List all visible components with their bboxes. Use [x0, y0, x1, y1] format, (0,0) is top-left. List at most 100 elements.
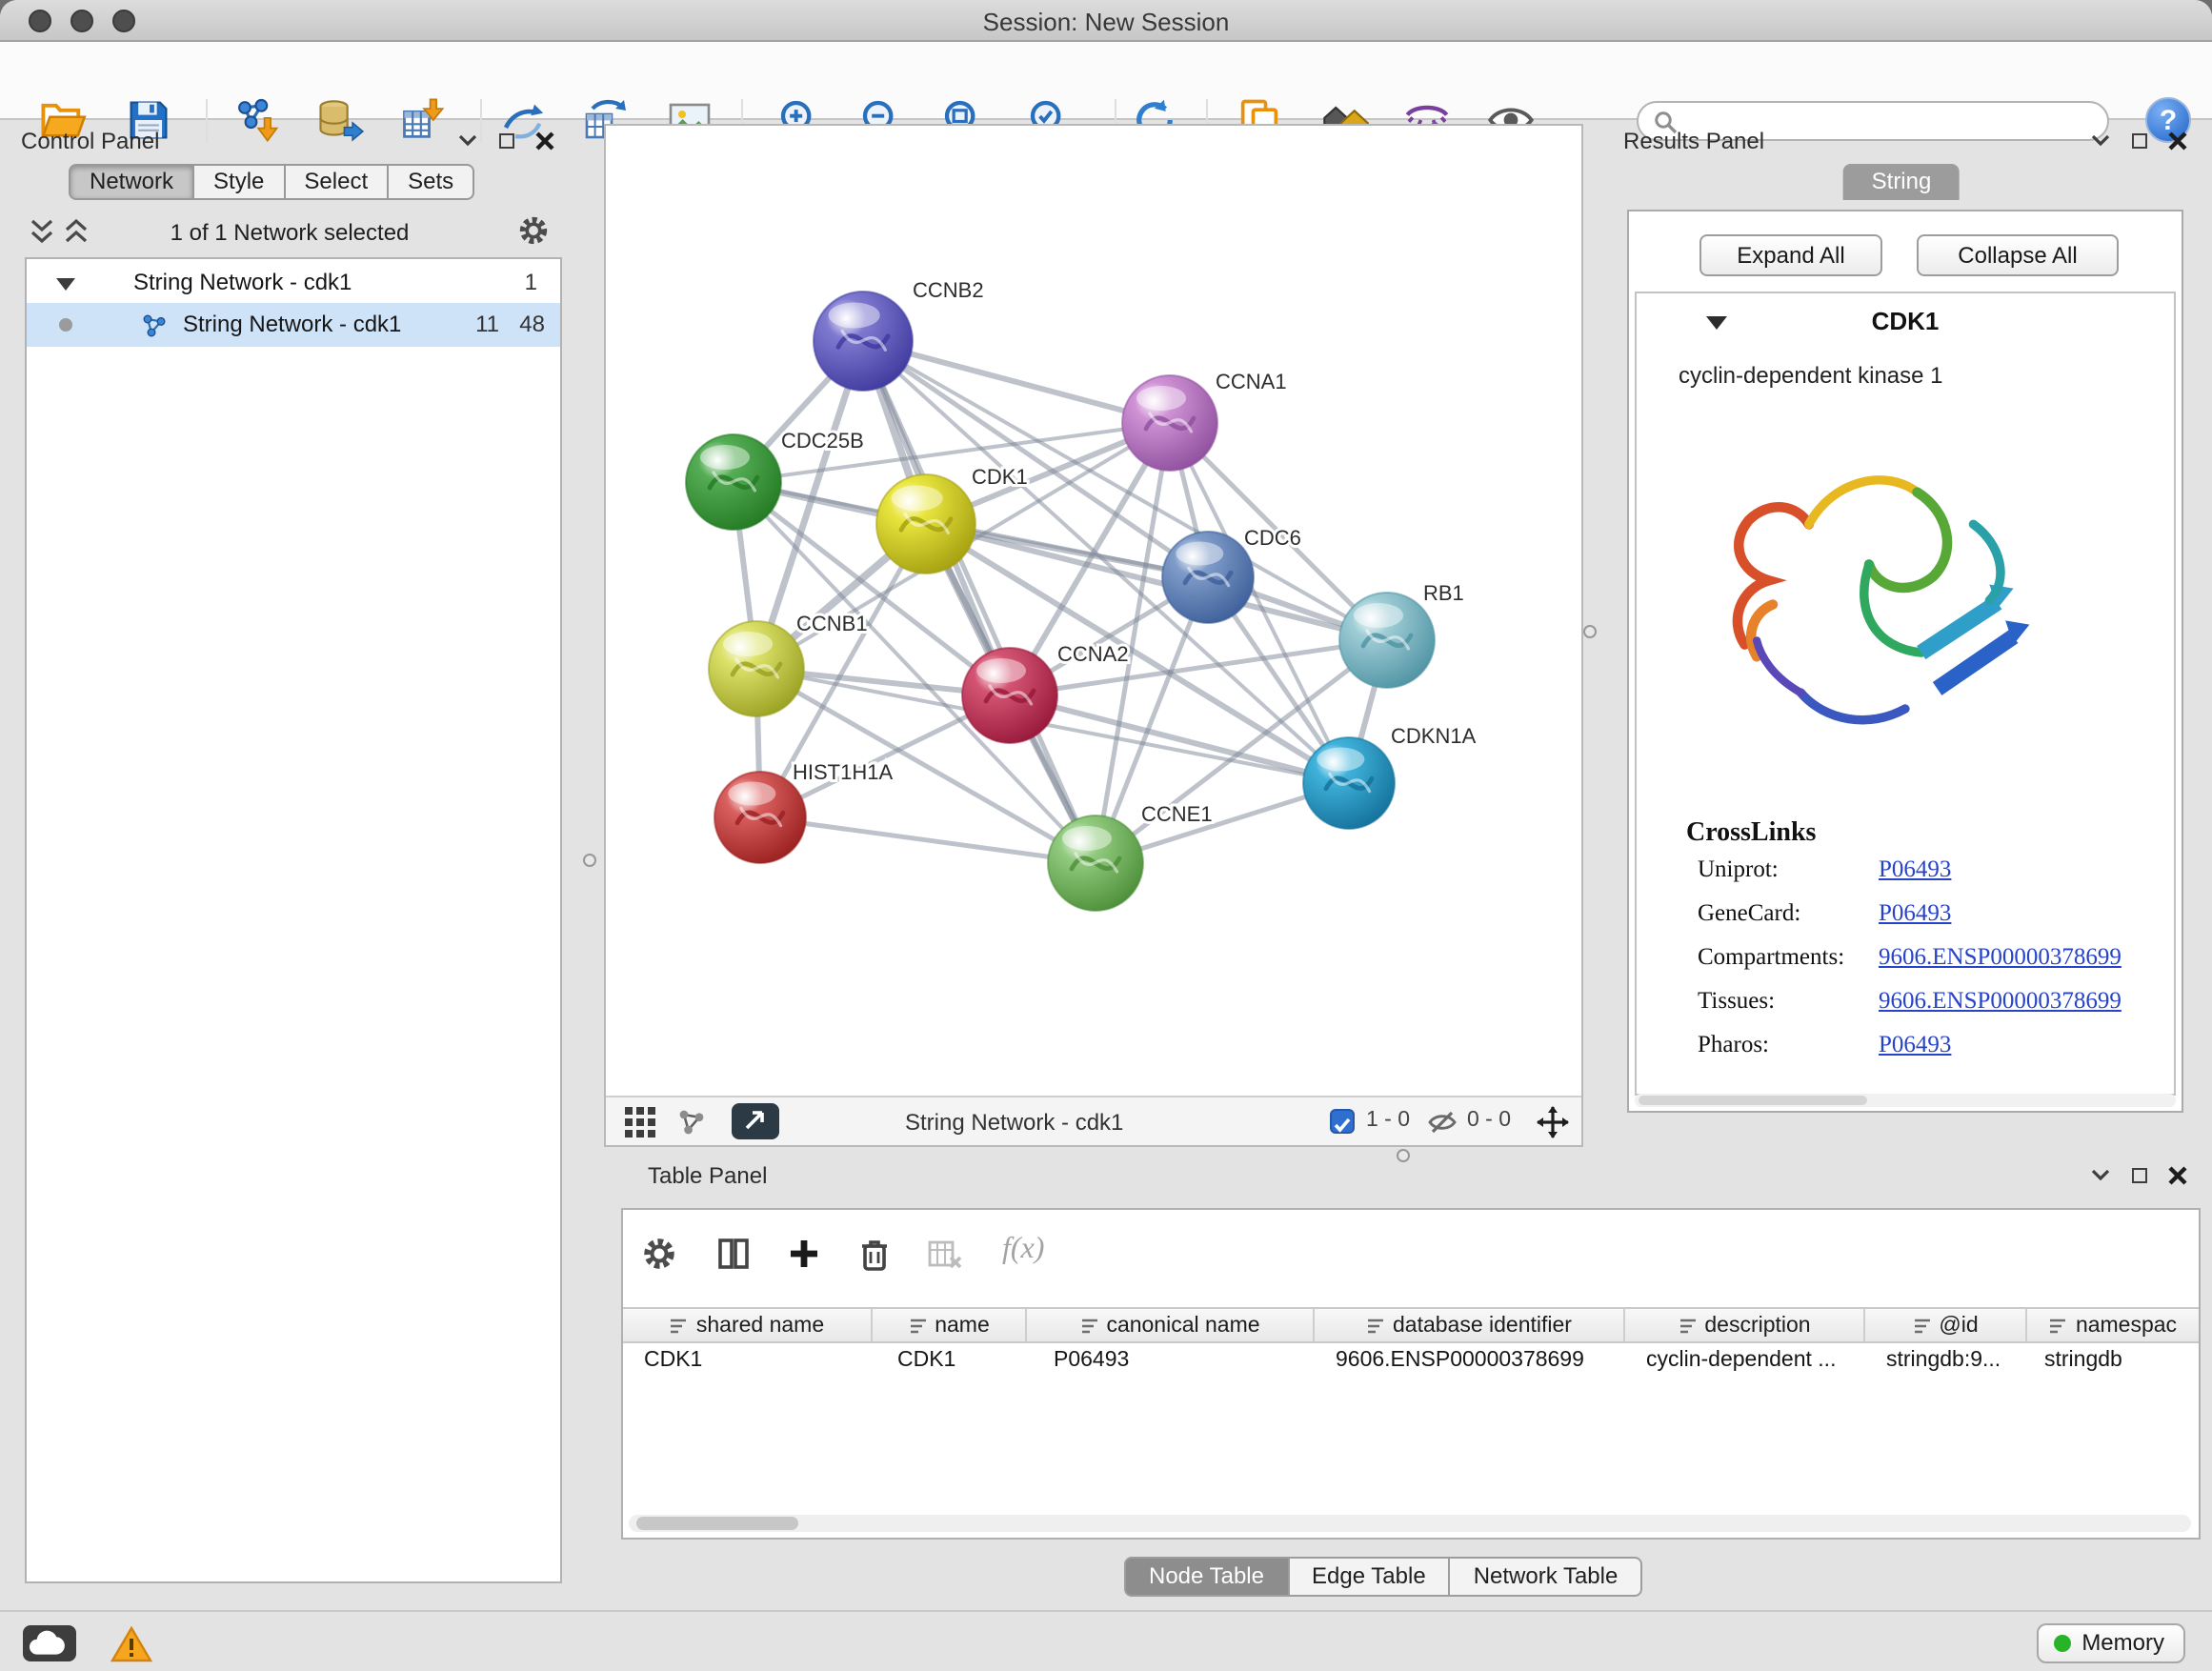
selected-indicator-checkbox[interactable]	[1330, 1109, 1355, 1134]
column-header-namespace[interactable]: namespac	[2027, 1309, 2199, 1341]
network-canvas[interactable]: CCNB2CCNA1CDC25BCDK1CDC6RB1CCNB1CCNA2CDK…	[606, 126, 1581, 1096]
results-horizontal-scrollbar[interactable]	[1635, 1094, 2176, 1107]
close-icon[interactable]	[535, 131, 554, 151]
table-panel: Table Panel f(x) shared name name canoni…	[617, 1158, 2202, 1602]
node-CCNA2[interactable]	[962, 648, 1057, 743]
cell-id[interactable]: stringdb:9...	[1886, 1343, 2023, 1378]
float-panel-icon[interactable]	[499, 133, 514, 149]
node-CDC25B[interactable]	[686, 434, 781, 530]
edge-HIST1H1A-CCNE1[interactable]	[760, 817, 1096, 863]
table-panel-title: Table Panel	[648, 1162, 767, 1189]
open-in-new-window-button[interactable]	[732, 1103, 779, 1139]
pan-move-icon[interactable]	[1536, 1105, 1570, 1139]
control-panel-tabs: Network Style Select Sets	[69, 164, 474, 200]
table-gear-icon[interactable]	[640, 1235, 678, 1273]
column-header-shared-name[interactable]: shared name	[623, 1309, 873, 1341]
cell-shared-name[interactable]: CDK1	[644, 1343, 863, 1378]
node-CDK1[interactable]	[876, 474, 975, 574]
select-columns-icon[interactable]	[714, 1235, 753, 1273]
crosslink-link[interactable]: 9606.ENSP00000378699	[1879, 943, 2122, 972]
node-label-CCNB1: CCNB1	[796, 612, 868, 635]
crosslink-row: Tissues: 9606.ENSP00000378699	[1637, 987, 2174, 1021]
cell-database-identifier[interactable]: 9606.ENSP00000378699	[1336, 1343, 1621, 1378]
crosslink-link[interactable]: P06493	[1879, 856, 1951, 884]
crosslink-row: Pharos:P06493	[1637, 1031, 2174, 1065]
cell-canonical-name[interactable]: P06493	[1054, 1343, 1301, 1378]
close-icon[interactable]	[2168, 131, 2187, 151]
expand-all-button[interactable]: Expand All	[1699, 234, 1882, 276]
node-RB1[interactable]	[1339, 593, 1435, 688]
column-header-name[interactable]: name	[873, 1309, 1027, 1341]
network-collection-row[interactable]: String Network - cdk1 1	[27, 263, 560, 303]
results-panel-title: Results Panel	[1623, 128, 1764, 154]
crosslink-link[interactable]: 9606.ENSP00000378699	[1879, 987, 2122, 1016]
float-panel-icon[interactable]	[2132, 133, 2147, 149]
node-label-CCNA1: CCNA1	[1216, 370, 1287, 393]
table-horizontal-scrollbar[interactable]	[629, 1515, 2191, 1532]
disclosure-triangle-icon[interactable]	[55, 276, 76, 292]
tab-select[interactable]: Select	[285, 164, 389, 200]
tab-string[interactable]: String	[1843, 164, 1961, 200]
tab-node-table[interactable]: Node Table	[1124, 1557, 1289, 1597]
control-panel: Control Panel Network Style Select Sets …	[13, 124, 566, 1583]
splitter-handle[interactable]	[1397, 1149, 1410, 1162]
network-edge-count: 48	[519, 311, 545, 337]
delete-table-icon[interactable]	[926, 1235, 964, 1273]
delete-column-icon[interactable]	[855, 1235, 894, 1273]
chevron-down-icon[interactable]	[2090, 133, 2111, 149]
close-icon[interactable]	[2168, 1166, 2187, 1185]
cloud-icon[interactable]	[23, 1625, 76, 1661]
crosslink-link[interactable]: P06493	[1879, 1031, 1951, 1059]
crosslink-row: GeneCard: P06493	[1637, 899, 2174, 934]
chevron-down-icon[interactable]	[457, 133, 478, 149]
grid-view-icon[interactable]	[625, 1107, 655, 1137]
crosslink-label: GeneCard:	[1698, 899, 1800, 928]
function-builder-icon[interactable]: f(x)	[1002, 1233, 1044, 1267]
results-panel-chrome	[2090, 131, 2187, 151]
crosslink-link[interactable]: P06493	[1879, 899, 1951, 928]
node-CCNB1[interactable]	[709, 621, 804, 716]
node-label-CDKN1A: CDKN1A	[1391, 724, 1477, 748]
cell-description[interactable]: cyclin-dependent ...	[1646, 1343, 1860, 1378]
application-window: Session: New Session ? Control Panel	[0, 0, 2212, 1671]
collection-count: 1	[525, 269, 537, 295]
network-glyph-icon[interactable]	[676, 1107, 707, 1137]
string-results-box: Expand All Collapse All CDK1 cyclin-depe…	[1627, 210, 2183, 1113]
crosslink-label: Tissues:	[1698, 987, 1775, 1016]
tab-network[interactable]: Network	[69, 164, 194, 200]
column-header-description[interactable]: description	[1625, 1309, 1865, 1341]
gear-icon[interactable]	[516, 213, 551, 248]
tab-network-table[interactable]: Network Table	[1451, 1557, 1643, 1597]
add-column-icon[interactable]	[785, 1235, 823, 1273]
tab-style[interactable]: Style	[194, 164, 285, 200]
float-panel-icon[interactable]	[2132, 1168, 2147, 1183]
tab-sets[interactable]: Sets	[389, 164, 474, 200]
node-CCNA1[interactable]	[1122, 375, 1217, 471]
collapse-all-button[interactable]: Collapse All	[1917, 234, 2119, 276]
splitter-handle[interactable]	[583, 854, 596, 867]
node-label-CDC25B: CDC25B	[781, 429, 864, 453]
node-label-RB1: RB1	[1423, 581, 1464, 605]
node-HIST1H1A[interactable]	[714, 772, 806, 863]
column-header-canonical-name[interactable]: canonical name	[1027, 1309, 1315, 1341]
selected-counts: 1 - 0	[1366, 1109, 1410, 1132]
warning-icon[interactable]	[109, 1625, 154, 1663]
node-CDKN1A[interactable]	[1303, 737, 1395, 829]
chevron-down-icon[interactable]	[2090, 1168, 2111, 1183]
tab-edge-table[interactable]: Edge Table	[1289, 1557, 1451, 1597]
memory-button[interactable]: Memory	[2036, 1623, 2185, 1663]
hidden-counts: 0 - 0	[1467, 1109, 1511, 1132]
node-CCNE1[interactable]	[1048, 815, 1143, 911]
node-CCNB2[interactable]	[814, 292, 913, 391]
splitter-handle[interactable]	[1583, 625, 1597, 638]
node-CDC6[interactable]	[1162, 532, 1254, 623]
cell-namespace[interactable]: stringdb	[2044, 1343, 2193, 1378]
table-row[interactable]: CDK1 CDK1 P06493 9606.ENSP00000378699 cy…	[623, 1343, 2199, 1378]
node-label-HIST1H1A: HIST1H1A	[793, 760, 893, 784]
gene-name: CDK1	[1637, 307, 2174, 335]
column-header-database-identifier[interactable]: database identifier	[1315, 1309, 1625, 1341]
column-header-id[interactable]: @id	[1865, 1309, 2027, 1341]
cell-name[interactable]: CDK1	[897, 1343, 1021, 1378]
hidden-eye-slash-icon[interactable]	[1427, 1107, 1458, 1137]
network-row[interactable]: String Network - cdk1 11 48	[27, 303, 560, 347]
